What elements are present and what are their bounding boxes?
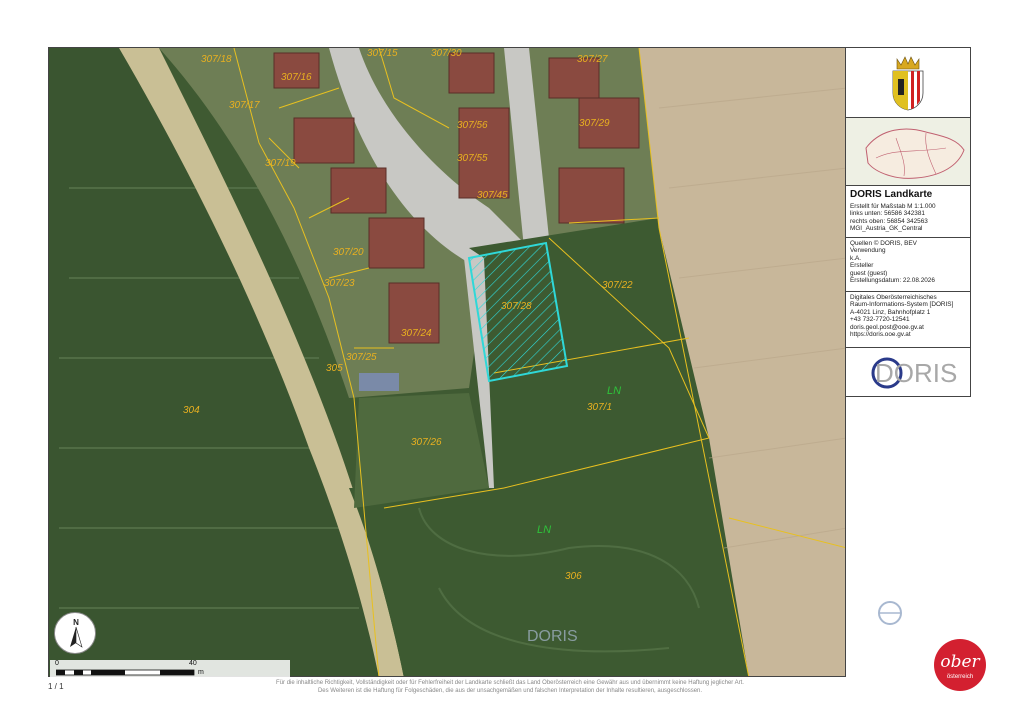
parcel-label: 307/27 — [577, 54, 608, 65]
doris-watermark: DORIS — [527, 628, 578, 645]
parcel-label: 305 — [326, 363, 343, 374]
coat-of-arms-icon — [892, 55, 924, 110]
parcel-label: 307/1 — [587, 402, 612, 413]
email-link[interactable]: doris.geol.post@ooe.gv.at — [850, 324, 966, 331]
scale-bar: 0 40 m — [50, 660, 290, 678]
parcel-label: 307/18 — [201, 54, 232, 65]
parcel-label: 307/25 — [346, 352, 377, 363]
north-arrow: N — [54, 612, 96, 654]
contact-cell: Digitales Oberösterreichisches Raum-Info… — [846, 292, 970, 348]
sources-text: Quellen © DORIS, BEV — [850, 240, 917, 247]
coord-lower-left: links unten: 56586 342381 — [850, 210, 925, 218]
org-line-2: Raum-Informations-System [DORIS] — [850, 301, 954, 309]
web-link[interactable]: https://doris.ooe.gv.at — [850, 331, 966, 338]
parcel-label: 307/45 — [477, 190, 508, 201]
doris-logo-icon: DORIS — [871, 357, 957, 389]
overview-map — [846, 118, 970, 186]
map-view[interactable]: 307/18 307/17 307/16 307/15 307/56 307/55 307/… — [48, 47, 846, 677]
north-arrow-icon — [70, 626, 83, 648]
address-text: A-4021 Linz, Bahnhofplatz 1 — [850, 308, 931, 316]
parcel-label: 307/29 — [579, 118, 610, 129]
usage-label: LN — [607, 385, 621, 397]
aerial-map[interactable]: 307/18 307/17 307/16 307/15 307/56 307/55 307/… — [49, 48, 846, 677]
created-date-text: Erstellungsdatum: 22.08.2026 — [850, 277, 935, 285]
badge-subtext: österreich — [947, 674, 973, 680]
parcel-label: 307/17 — [229, 100, 260, 111]
parcel-label: 306 — [565, 571, 582, 582]
oberoesterreich-logo: ober österreich — [918, 625, 994, 701]
parcel-label: 307/30 — [431, 48, 462, 59]
scale-end: 40 — [189, 660, 197, 667]
crs-text: MGI_Austria_GK_Central — [850, 225, 923, 233]
doris-logo-text: DORIS — [875, 358, 957, 388]
parcel-label: 307/23 — [324, 278, 355, 289]
parcel-label: 307/26 — [411, 437, 442, 448]
badge-text: ober — [940, 652, 980, 672]
parcel-label: 304 — [183, 405, 200, 416]
garden-307-26 — [354, 393, 489, 508]
parcel-label: 307/22 — [602, 280, 633, 291]
parcel-label: 307/56 — [457, 120, 488, 131]
usage-label: LN — [537, 524, 551, 536]
carport — [359, 373, 399, 391]
oberoesterreich-logo-icon: ober österreich — [934, 639, 986, 691]
doris-logo: DORIS — [846, 348, 970, 398]
disclaimer-line-1: Für die inhaltliche Richtigkeit, Vollstä… — [276, 680, 744, 686]
parcel-label: 307/55 — [457, 153, 488, 164]
creator-value-text: guest (guest) — [850, 269, 888, 277]
parcel-label: 307/20 — [333, 247, 364, 258]
coord-upper-right: rechts oben: 56854 342563 — [850, 217, 928, 225]
parcel-label: 307/16 — [281, 72, 312, 83]
source-cell: Quellen © DORIS, BEV Verwendung k.A. Ers… — [846, 238, 970, 292]
parcel-label: 307/15 — [367, 48, 398, 59]
disclaimer-line-2: Des Weiteren ist die Haftung für Folgesc… — [317, 687, 703, 694]
map-title: DORIS Landkarte — [850, 189, 933, 200]
usage-label-text: Verwendung — [850, 247, 886, 255]
phone-text: +43 732-7720-12541 — [850, 316, 910, 324]
scale-start: 0 — [55, 660, 59, 667]
disclaimer: Für die inhaltliche Richtigkeit, Vollstä… — [200, 680, 820, 695]
scale-text: Erstellt für Maßstab M 1:1.000 — [850, 203, 936, 210]
parcel-label: 307/24 — [401, 328, 432, 339]
crest-cell — [846, 48, 970, 118]
usage-value-text: k.A. — [850, 254, 862, 262]
info-panel: DORIS Landkarte Erstellt für Maßstab M 1… — [846, 47, 971, 397]
parcel-label: 307/19 — [265, 158, 296, 169]
parcel-label: 307/28 — [501, 301, 532, 312]
position-marker-icon — [878, 601, 902, 625]
org-line-1: Digitales Oberösterreichisches — [850, 294, 937, 301]
scale-bar-graphic — [56, 669, 195, 676]
page-count: 1 / 1 — [48, 682, 64, 691]
map-title-cell: DORIS Landkarte Erstellt für Maßstab M 1… — [846, 186, 970, 238]
creator-label-text: Ersteller — [850, 262, 874, 270]
